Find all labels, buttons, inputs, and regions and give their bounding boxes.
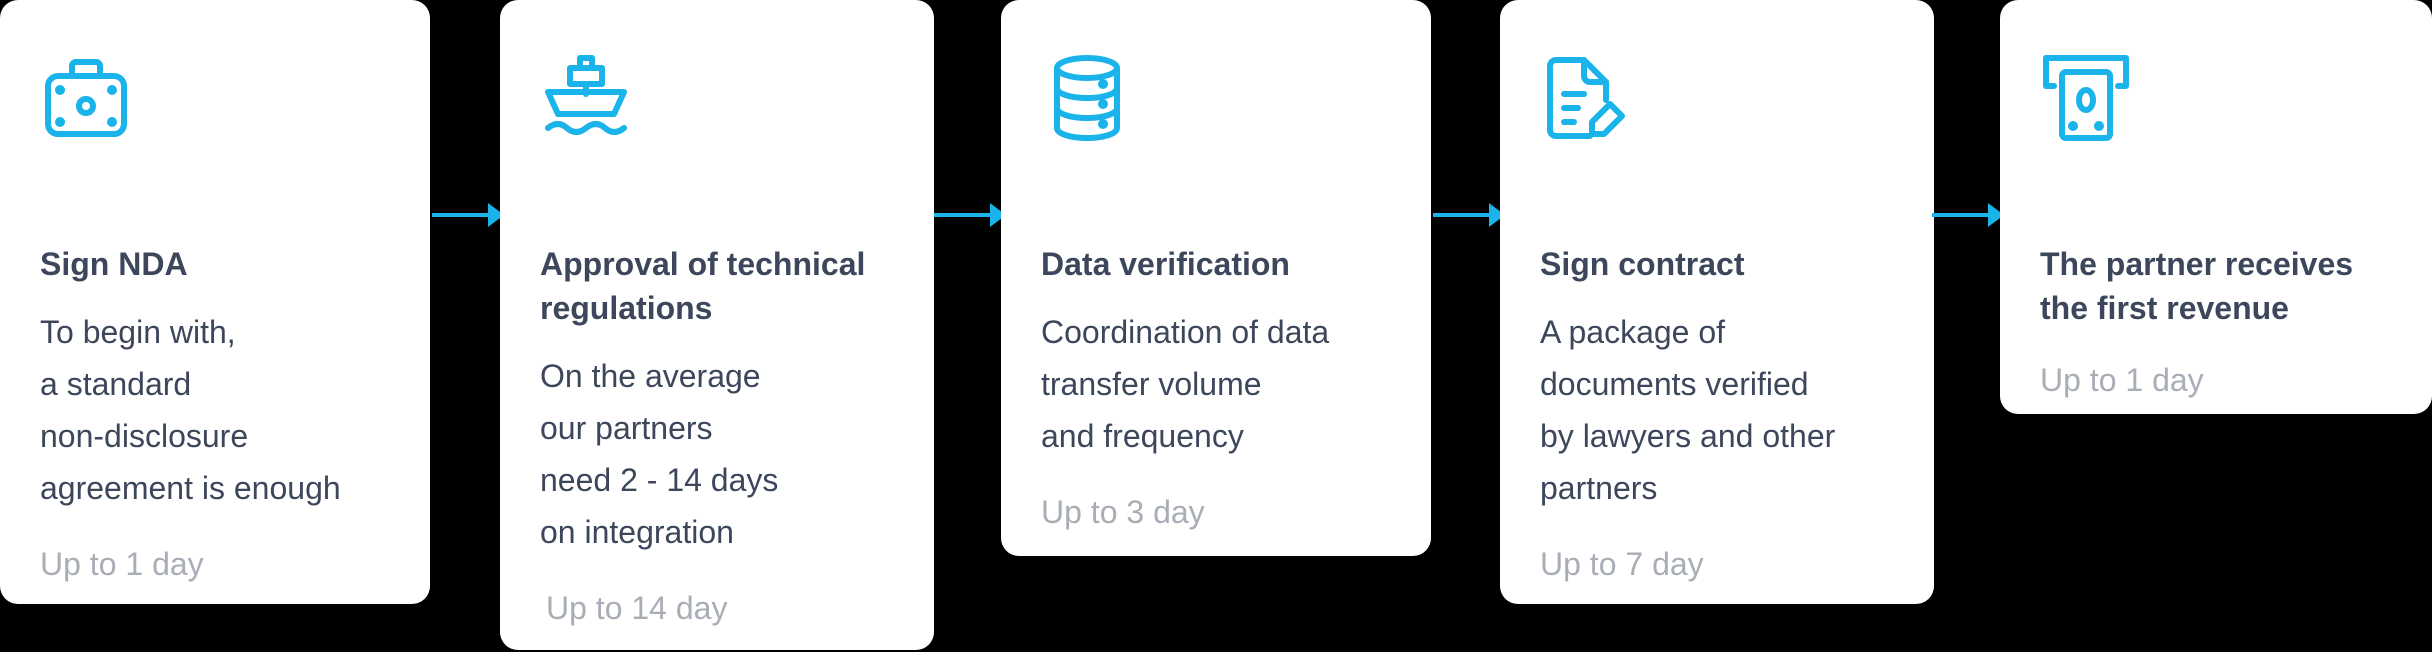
- step-duration: Up to 1 day: [40, 546, 204, 582]
- step-card-sign-nda: Sign NDA To begin with, a standard non-d…: [0, 0, 430, 604]
- step-duration: Up to 7 day: [1540, 546, 1704, 582]
- step-duration: Up to 3 day: [1041, 494, 1205, 530]
- step-duration: Up to 1 day: [2040, 362, 2204, 398]
- step-title: Sign NDA: [40, 246, 188, 282]
- ship-icon: [540, 52, 632, 144]
- step-title: Data verification: [1041, 246, 1290, 282]
- cash-withdrawal-icon: [2040, 52, 2132, 144]
- briefcase-icon: [40, 52, 132, 144]
- step-title: The partner receives the first revenue: [2040, 246, 2354, 326]
- step-description: On the average our partners need 2 - 14 …: [540, 358, 779, 550]
- step-description: Coordination of data transfer volume and…: [1041, 314, 1330, 454]
- step-card-data-verification: Data verification Coordination of data t…: [1001, 0, 1431, 556]
- step-card-first-revenue: The partner receives the first revenue U…: [2000, 0, 2432, 414]
- step-title: Approval of technical regulations: [540, 246, 866, 326]
- step-card-sign-contract: Sign contract A package of documents ver…: [1500, 0, 1934, 604]
- step-description: To begin with, a standard non-disclosure…: [40, 314, 341, 506]
- step-title: Sign contract: [1540, 246, 1745, 282]
- step-description: A package of documents verified by lawye…: [1540, 314, 1836, 506]
- step-card-approval: Approval of technical regulations On the…: [500, 0, 934, 650]
- document-edit-icon: [1540, 52, 1632, 144]
- database-icon: [1041, 52, 1133, 144]
- step-duration: Up to 14 day: [546, 590, 728, 626]
